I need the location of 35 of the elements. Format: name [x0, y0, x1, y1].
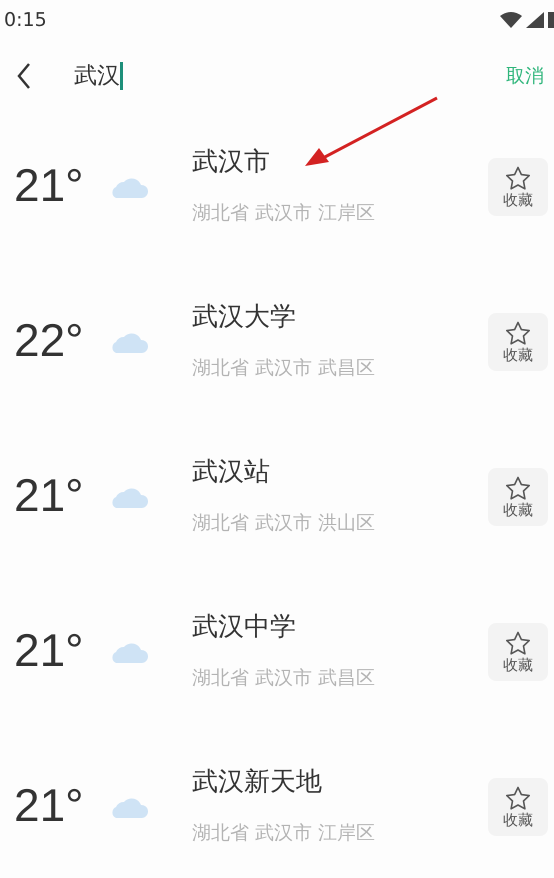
cloud-icon: [110, 176, 148, 198]
place-name[interactable]: 武汉市: [192, 149, 270, 175]
place-name[interactable]: 武汉中学: [192, 614, 296, 640]
place-address: 湖北省 武汉市 武昌区: [192, 669, 376, 688]
star-icon: [505, 786, 531, 811]
temperature: 21°: [14, 627, 84, 673]
place-address: 湖北省 武汉市 武昌区: [192, 359, 376, 378]
favorite-button[interactable]: 收藏: [488, 468, 548, 526]
battery-icon: [548, 12, 554, 28]
temperature: 21°: [14, 472, 84, 518]
place-address: 湖北省 武汉市 江岸区: [192, 204, 376, 223]
signal-icon: [526, 12, 544, 28]
cloud-icon: [110, 641, 148, 663]
temperature: 22°: [14, 317, 84, 363]
cloud-icon: [110, 796, 148, 818]
place-address: 湖北省 武汉市 江岸区: [192, 824, 376, 843]
favorite-button[interactable]: 收藏: [488, 623, 548, 681]
place-name[interactable]: 武汉站: [192, 459, 270, 485]
place-name[interactable]: 武汉新天地: [192, 769, 322, 795]
place-address: 湖北省 武汉市 洪山区: [192, 514, 376, 533]
favorite-button[interactable]: 收藏: [488, 313, 548, 371]
favorite-button[interactable]: 收藏: [488, 778, 548, 836]
cloud-icon: [110, 331, 148, 353]
cloud-icon: [110, 486, 148, 508]
star-icon: [505, 166, 531, 191]
star-icon: [505, 631, 531, 656]
star-icon: [505, 321, 531, 346]
wifi-icon: [500, 12, 522, 28]
status-time: 0:15: [4, 8, 47, 33]
temperature: 21°: [14, 782, 84, 828]
place-name[interactable]: 武汉大学: [192, 304, 296, 330]
star-icon: [505, 476, 531, 501]
search-field[interactable]: 武汉: [74, 58, 506, 94]
favorite-button[interactable]: 收藏: [488, 158, 548, 216]
temperature: 21°: [14, 162, 84, 208]
